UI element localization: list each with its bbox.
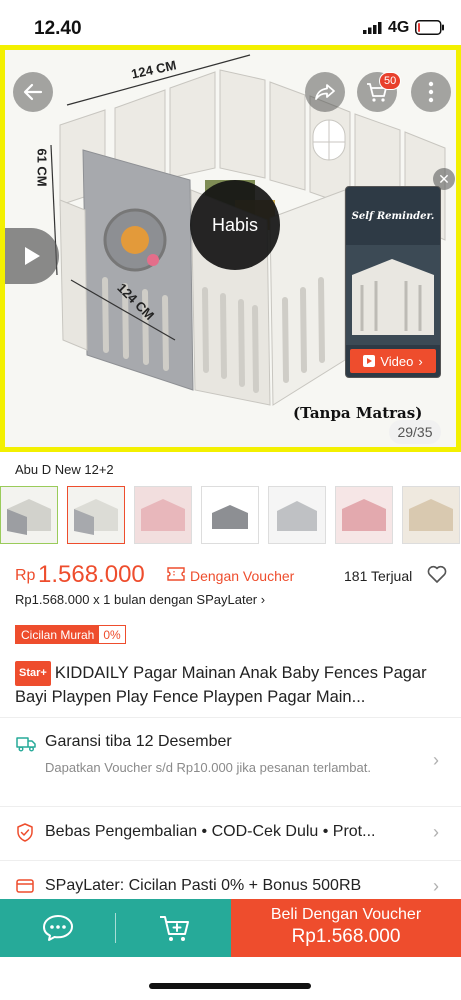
- thumb-image: [135, 487, 191, 543]
- selected-variant-name: Abu D New 12+2: [15, 462, 114, 477]
- installment-tag-value: 0%: [103, 628, 121, 642]
- share-icon: [315, 84, 335, 100]
- buy-button-price: Rp1.568.000: [291, 926, 401, 947]
- product-page: 12.40 4G 124 CM 61 CM 124 CM 50 Habis ✕ …: [0, 0, 461, 1000]
- signal-icon: [363, 22, 382, 34]
- home-indicator: [149, 983, 311, 989]
- back-button[interactable]: [13, 72, 53, 112]
- variant-thumb[interactable]: [335, 486, 393, 544]
- more-button[interactable]: [411, 72, 451, 112]
- voucher-icon: [167, 567, 185, 581]
- battery-icon: [415, 20, 444, 35]
- product-title-text: KIDDAILY Pagar Mainan Anak Baby Fences P…: [15, 664, 427, 706]
- play-video-button[interactable]: [5, 228, 59, 284]
- chat-button[interactable]: [0, 899, 115, 957]
- share-button[interactable]: [305, 72, 345, 112]
- sold-count: 181 Terjual: [344, 568, 413, 584]
- shipping-title: Garansi tiba 12 Desember: [45, 733, 232, 750]
- product-title: Star+ KIDDAILY Pagar Mainan Anak Baby Fen…: [15, 661, 447, 709]
- variant-thumbnails: [0, 486, 461, 546]
- play-icon: [25, 247, 40, 265]
- chevron-right-icon: ›: [433, 822, 439, 842]
- sold-out-overlay: Habis: [190, 180, 280, 270]
- chevron-right-icon: ›: [418, 353, 423, 369]
- variant-thumb[interactable]: [402, 486, 460, 544]
- product-image-gallery[interactable]: 124 CM 61 CM 124 CM 50 Habis ✕ Self Remi…: [0, 45, 461, 452]
- chevron-right-icon: ›: [433, 750, 439, 770]
- thumb-image: [269, 487, 325, 543]
- variant-thumb[interactable]: [0, 486, 58, 544]
- voucher-label[interactable]: Dengan Voucher: [190, 568, 294, 584]
- variant-thumb[interactable]: [201, 486, 259, 544]
- video-card[interactable]: Self Reminder. Video ›: [345, 186, 441, 378]
- cart-plus-icon: [159, 916, 189, 941]
- shield-check-icon: [17, 823, 33, 842]
- divider: [0, 717, 461, 718]
- close-icon: ✕: [438, 170, 450, 187]
- thumb-image: [403, 487, 459, 543]
- status-time: 12.40: [34, 18, 82, 39]
- installment-text: Rp1.568.000 x 1 bulan dengan SPayLater: [15, 592, 258, 607]
- price-amount: 1.568.000: [38, 561, 145, 588]
- star-plus-badge: Star+: [15, 661, 51, 686]
- thumb-image: [68, 487, 124, 543]
- price-currency: Rp: [15, 567, 36, 584]
- add-to-cart-button[interactable]: [116, 899, 231, 957]
- dimension-left: 61 CM: [34, 148, 50, 187]
- price-row: Rp 1.568.000 Dengan Voucher 181 Terjual: [15, 561, 455, 588]
- image-counter: 29/35: [389, 420, 441, 444]
- variant-thumb[interactable]: [268, 486, 326, 544]
- shipping-subtitle: Dapatkan Voucher s/d Rp10.000 jika pesan…: [45, 760, 371, 775]
- variant-thumb[interactable]: [134, 486, 192, 544]
- divider: [0, 806, 461, 807]
- heart-icon[interactable]: [427, 565, 447, 583]
- video-play-icon: [363, 355, 376, 367]
- network-label: 4G: [388, 19, 410, 36]
- chevron-right-icon: ›: [433, 876, 439, 896]
- paylater-icon: [16, 879, 34, 893]
- video-card-title: Self Reminder.: [351, 211, 435, 222]
- video-thumbnail: [346, 245, 440, 345]
- paylater-row[interactable]: SPayLater: Cicilan Pasti 0% + Bonus 500R…: [0, 874, 461, 900]
- bottom-action-bar: Beli Dengan Voucher Rp1.568.000: [0, 899, 461, 957]
- shipping-guarantee-row[interactable]: Garansi tiba 12 Desember Dapatkan Vouche…: [0, 730, 461, 800]
- chat-icon: [42, 915, 73, 941]
- chevron-right-icon: ›: [260, 592, 266, 607]
- more-dots-icon: [428, 81, 434, 103]
- video-button-label: Video: [380, 353, 414, 369]
- cart-badge: 50: [379, 72, 402, 90]
- installment-tag-label: Cicilan Murah: [16, 626, 100, 643]
- returns-row[interactable]: Bebas Pengembalian • COD-Cek Dulu • Prot…: [0, 820, 461, 850]
- buy-with-voucher-button[interactable]: Beli Dengan Voucher Rp1.568.000: [231, 899, 461, 957]
- divider: [0, 860, 461, 861]
- thumb-image: [202, 487, 258, 543]
- returns-text: Bebas Pengembalian • COD-Cek Dulu • Prot…: [45, 823, 376, 840]
- thumb-image: [336, 487, 392, 543]
- thumb-image: [1, 487, 57, 543]
- buy-button-label: Beli Dengan Voucher: [270, 906, 422, 923]
- variant-thumb-selected[interactable]: [67, 486, 125, 544]
- installment-tag: Cicilan Murah 0%: [15, 625, 126, 644]
- paylater-text: SPayLater: Cicilan Pasti 0% + Bonus 500R…: [45, 877, 362, 894]
- installment-link[interactable]: Rp1.568.000 x 1 bulan dengan SPayLater ›: [15, 592, 265, 607]
- truck-icon: [16, 737, 36, 752]
- arrow-left-icon: [23, 83, 43, 101]
- video-button[interactable]: Video ›: [350, 349, 436, 373]
